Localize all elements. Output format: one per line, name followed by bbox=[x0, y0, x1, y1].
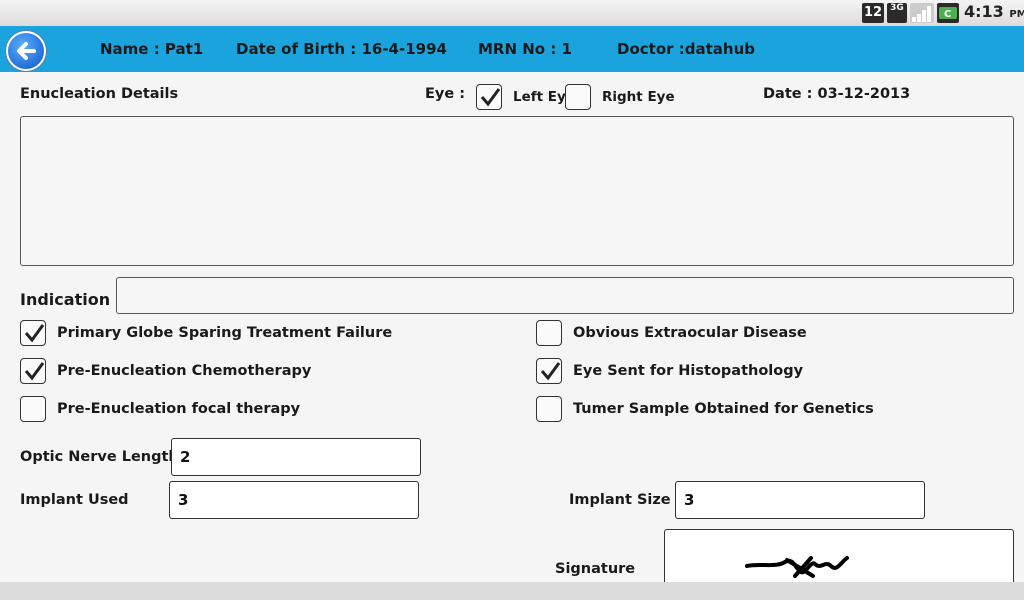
indication-input[interactable] bbox=[116, 277, 1014, 314]
status-bar: 12 3G C 4:13 PM bbox=[0, 0, 1024, 26]
pre-enucleation-focal-label: Pre-Enucleation focal therapy bbox=[57, 401, 301, 417]
doctor-name: Doctor :datahub bbox=[617, 40, 755, 58]
indication-label: Indication bbox=[20, 290, 111, 309]
eye-sent-histopathology-checkbox[interactable] bbox=[536, 358, 562, 384]
pre-enucleation-chemo-label: Pre-Enucleation Chemotherapy bbox=[57, 363, 312, 379]
clock-ampm: PM bbox=[1009, 9, 1024, 20]
primary-globe-sparing-checkbox[interactable] bbox=[20, 320, 46, 346]
battery-icon: C bbox=[937, 3, 959, 23]
arrow-left-icon bbox=[17, 42, 36, 60]
patient-name: Name : Pat1 bbox=[100, 40, 204, 58]
checkmark-icon bbox=[24, 362, 45, 381]
clock: 4:13 PM bbox=[964, 2, 1024, 21]
checkmark-icon bbox=[24, 324, 45, 343]
pre-enucleation-chemo-checkbox[interactable] bbox=[20, 358, 46, 384]
pre-enucleation-focal-checkbox[interactable] bbox=[20, 396, 46, 422]
date-label: Date : 03-12-2013 bbox=[763, 86, 911, 102]
implant-size-label: Implant Size bbox=[569, 492, 671, 508]
signature-label: Signature bbox=[555, 561, 636, 577]
section-title: Enucleation Details bbox=[20, 86, 179, 102]
obvious-extraocular-checkbox[interactable] bbox=[536, 320, 562, 346]
tumor-sample-genetics-checkbox[interactable] bbox=[536, 396, 562, 422]
mrn-number: MRN No : 1 bbox=[478, 40, 572, 58]
implant-size-input[interactable]: 3 bbox=[675, 481, 925, 519]
eye-sent-histopathology-label: Eye Sent for Histopathology bbox=[573, 363, 804, 379]
bottom-bar bbox=[0, 582, 1024, 600]
back-button[interactable] bbox=[6, 31, 46, 71]
implant-used-input[interactable]: 3 bbox=[169, 481, 419, 519]
signature-pad[interactable] bbox=[664, 529, 1014, 589]
tumor-sample-genetics-label: Tumer Sample Obtained for Genetics bbox=[573, 401, 874, 417]
optic-nerve-length-input[interactable]: 2 bbox=[171, 438, 421, 476]
implant-used-label: Implant Used bbox=[20, 492, 129, 508]
date-of-birth: Date of Birth : 16-4-1994 bbox=[236, 40, 447, 58]
svg-text:C: C bbox=[944, 9, 951, 20]
details-textarea[interactable] bbox=[20, 116, 1014, 266]
left-eye-checkbox[interactable] bbox=[476, 84, 502, 110]
network-label: 3G bbox=[890, 3, 904, 13]
primary-globe-sparing-label: Primary Globe Sparing Treatment Failure bbox=[57, 325, 393, 341]
checkmark-icon bbox=[540, 362, 561, 381]
signal-icon bbox=[910, 3, 934, 23]
checkmark-icon bbox=[480, 88, 501, 107]
patient-header: Name : Pat1 Date of Birth : 16-4-1994 MR… bbox=[0, 26, 1024, 72]
obvious-extraocular-label: Obvious Extraocular Disease bbox=[573, 325, 807, 341]
notification-count-icon: 12 bbox=[862, 3, 884, 23]
right-eye-label: Right Eye bbox=[602, 89, 675, 105]
clock-time: 4:13 bbox=[964, 2, 1004, 21]
eye-label: Eye : bbox=[425, 86, 466, 102]
right-eye-checkbox[interactable] bbox=[565, 84, 591, 110]
optic-nerve-length-label: Optic Nerve Length bbox=[20, 449, 179, 465]
network-3g-icon: 3G bbox=[887, 3, 907, 23]
signature-drawing bbox=[745, 556, 849, 578]
